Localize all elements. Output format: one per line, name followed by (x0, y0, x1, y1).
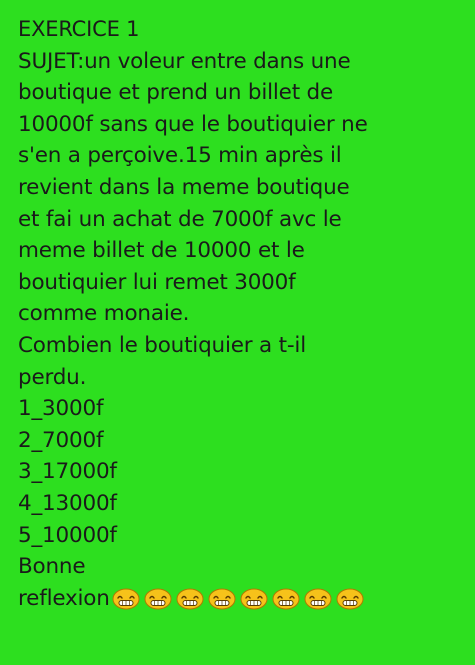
question-line: Combien le boutiquier a t-il (18, 332, 306, 358)
problem-line: 10000f sans que le boutiquier ne (18, 111, 368, 137)
problem-line: revient dans la meme boutique (18, 174, 350, 200)
problem-line: s'en a perçoive.15 min après il (18, 143, 342, 169)
closing-text: Bonne (18, 554, 86, 580)
grinning-face-icon (304, 588, 332, 610)
grinning-face-icon (176, 588, 204, 610)
grinning-face-icon (112, 588, 140, 610)
problem-line: comme monaie. (18, 301, 190, 327)
answer-option-2: 2_7000f (18, 427, 104, 453)
answer-option-1: 1_3000f (18, 396, 104, 422)
problem-line: boutique et prend un billet de (18, 80, 334, 106)
exercise-panel: EXERCICE 1 SUJET:un voleur entre dans un… (0, 0, 475, 665)
grinning-face-icon (144, 588, 172, 610)
problem-line: et fai un achat de 7000f avc le (18, 206, 342, 232)
answer-option-3: 3_17000f (18, 459, 117, 485)
problem-line: meme billet de 10000 et le (18, 238, 305, 264)
problem-line: SUJET:un voleur entre dans une (18, 48, 351, 74)
grinning-face-icon (272, 588, 300, 610)
emoji-row (112, 588, 364, 610)
grinning-face-icon (336, 588, 364, 610)
exercise-title: EXERCICE 1 (18, 17, 140, 41)
closing-text: reflexion (18, 585, 110, 611)
answer-option-4: 4_13000f (18, 490, 117, 516)
grinning-face-icon (240, 588, 268, 610)
problem-line: boutiquier lui remet 3000f (18, 269, 296, 295)
answer-option-5: 5_10000f (18, 522, 117, 548)
closing-line: reflexion (18, 583, 463, 615)
grinning-face-icon (208, 588, 236, 610)
question-line: perdu. (18, 364, 87, 390)
